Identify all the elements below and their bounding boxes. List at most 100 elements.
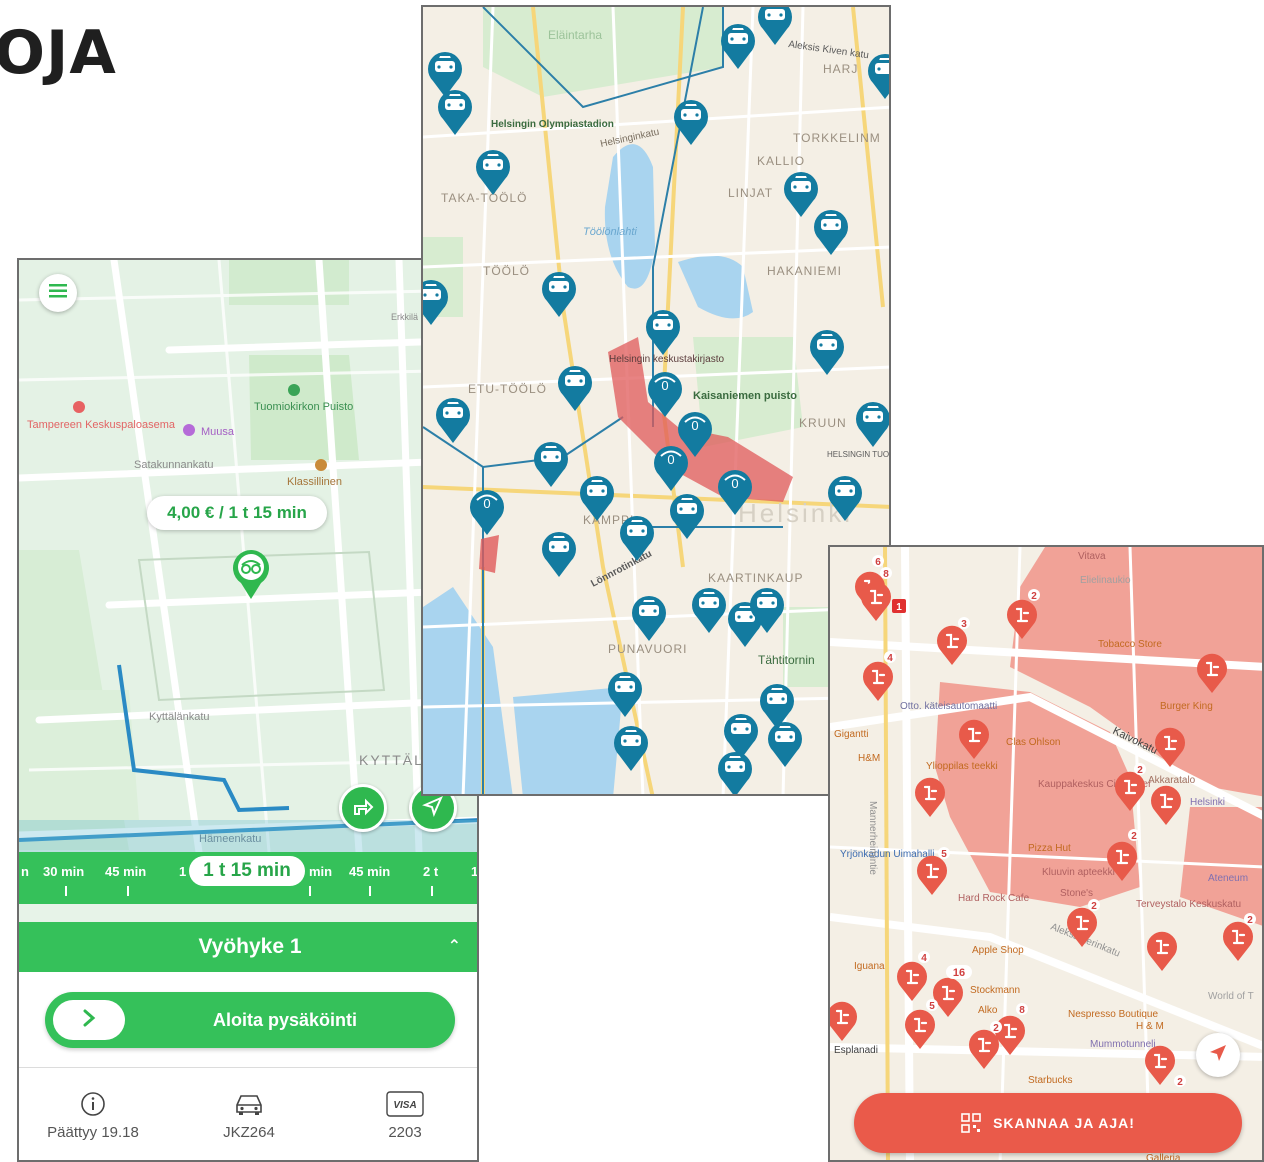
map-label-harj: HARJ xyxy=(823,62,858,76)
map-label-stone: Stone's xyxy=(1060,888,1093,899)
scooter-count: 5 xyxy=(941,849,947,860)
map-label-elaintarha: Eläintarha xyxy=(548,28,602,42)
map-label-terveystalo: Terveystalo Keskuskatu xyxy=(1136,899,1241,910)
map-label-kyttala: KYTTÄL xyxy=(359,752,424,768)
scan-and-ride-label: SKANNAA JA AJA! xyxy=(993,1115,1135,1131)
map-label-clas-ohlson: Clas Ohlson xyxy=(1006,737,1060,748)
price-bubble: 4,00 € / 1 t 15 min xyxy=(147,496,327,530)
zone-header[interactable]: Vyöhyke 1 ⌃ xyxy=(19,922,477,972)
map-label-torkkelin: TORKKELINM xyxy=(793,131,881,145)
vehicle-info[interactable]: JKZ264 xyxy=(179,1090,319,1141)
zone-count: 0 xyxy=(731,476,738,491)
start-parking-button[interactable]: Aloita pysäköinti xyxy=(45,992,455,1048)
map-label-muusa: Muusa xyxy=(201,426,235,438)
map-label-satakunnankatu: Satakunnankatu xyxy=(134,459,214,471)
map-label-mummotunneli: Mummotunneli xyxy=(1090,1039,1156,1050)
scooter-count: 2 xyxy=(1031,591,1037,602)
slider-knob[interactable] xyxy=(53,1000,125,1040)
map-label-hakaniemi: HAKANIEMI xyxy=(767,264,842,278)
map-label-tuomiokirkko: HELSINGIN TUOMIOKIRKKO xyxy=(827,450,891,459)
map-label-apple: Apple Shop xyxy=(972,945,1024,956)
selected-duration[interactable]: 1 t 15 min xyxy=(189,856,305,886)
qr-code-icon xyxy=(961,1113,981,1133)
parking-app-screenshot: Tampereen Keskuspaloasema Muusa Tuomioki… xyxy=(17,258,479,1162)
map-label-kallio: KALLIO xyxy=(757,154,805,168)
timeline-label: 2 t xyxy=(423,864,439,879)
timeline-label: 30 min xyxy=(43,864,85,879)
map-label-esplanadi: Esplanadi xyxy=(834,1045,878,1056)
map-label-nespresso: Nespresso Boutique xyxy=(1068,1009,1158,1020)
chevron-up-icon: ⌃ xyxy=(447,938,461,955)
map-label-pizza-hut: Pizza Hut xyxy=(1028,843,1071,854)
timeline-label: 45 min xyxy=(349,864,391,879)
menu-icon xyxy=(49,283,67,303)
scan-and-ride-button[interactable]: SKANNAA JA AJA! xyxy=(854,1093,1242,1153)
card-number-text: 2203 xyxy=(388,1124,422,1141)
timeline-label: n xyxy=(21,864,29,879)
car-sharing-screenshot: Eläintarha Helsingin Olympiastadion TAKA… xyxy=(421,5,891,796)
zone-count: 0 xyxy=(691,418,698,433)
map-label-hm2: H&M xyxy=(858,753,880,764)
map-label-erkkila: Erkkilä xyxy=(391,312,418,322)
scooter-count: 2 xyxy=(1091,901,1097,912)
map-label-yrjonkadun: Yrjönkadun Uimahalli xyxy=(840,849,935,860)
directions-button[interactable] xyxy=(339,784,387,832)
map-label-mannerheimintie: Mannerheimintie xyxy=(867,801,878,875)
menu-button[interactable] xyxy=(39,274,77,312)
chevron-right-icon xyxy=(82,1008,96,1033)
map-label-tampere-fire: Tampereen Keskuspaloasema xyxy=(27,419,176,431)
scooter-count: 4 xyxy=(921,953,927,964)
map-label-ylioppilas: Ylioppilas teekki xyxy=(926,761,998,772)
map-label-hm: H & M xyxy=(1136,1021,1164,1032)
map-label-tahtitorni: Tähtitornin xyxy=(758,653,815,667)
map-label-gigantti: Gigantti xyxy=(834,729,868,740)
timeline-label: 1 xyxy=(179,864,187,879)
map-label-galleria: Galleria xyxy=(1146,1153,1181,1162)
map-label-linjat: LINJAT xyxy=(728,186,773,200)
scooter-count: 2 xyxy=(1131,831,1137,842)
map-label-helsinki: Helsinki xyxy=(1190,797,1225,808)
map-label-klassillinen: Klassillinen xyxy=(287,476,342,488)
scooter-map[interactable]: Vitava Elielinaukio Tobacco Store Burger… xyxy=(830,547,1264,1162)
map-label-hard-rock: Hard Rock Cafe xyxy=(958,893,1030,904)
map-label-kaartinkau: KAARTINKAUP xyxy=(708,571,803,585)
map-label-kluuvin: Kluuvin apteekki xyxy=(1042,867,1115,878)
zone-title: Vyöhyke 1 xyxy=(198,935,302,958)
navigation-arrow-icon xyxy=(422,795,444,822)
parking-pin-icon xyxy=(233,550,269,599)
scooter-app-screenshot: Vitava Elielinaukio Tobacco Store Burger… xyxy=(828,545,1264,1162)
map-label-world-of: World of T xyxy=(1208,991,1254,1002)
map-label-kaisaniemi: Kaisaniemen puisto xyxy=(693,390,797,402)
map-label-toolonlahti: Töölönlahti xyxy=(583,226,637,238)
scooter-count: 3 xyxy=(961,619,967,630)
visa-card-icon: VISA xyxy=(335,1090,475,1118)
map-label-kyttalankatu: Kyttälänkatu xyxy=(149,711,210,723)
map-label-library: Helsingin keskustakirjasto xyxy=(609,354,724,365)
map-label-vitava: Vitava xyxy=(1078,551,1106,562)
map-label-tuomiokirkon: Tuomiokirkon Puisto xyxy=(254,401,353,413)
map-label-tobacco: Tobacco Store xyxy=(1098,639,1162,650)
car-map[interactable]: Eläintarha Helsingin Olympiastadion TAKA… xyxy=(423,7,891,796)
car-icon xyxy=(179,1090,319,1118)
map-label-iguana: Iguana xyxy=(854,961,885,972)
scooter-count: 2 xyxy=(1247,915,1253,926)
scooter-count: 2 xyxy=(1137,765,1143,776)
info-icon xyxy=(23,1090,163,1118)
map-label-hameenkatu: Hämeenkatu xyxy=(199,833,261,845)
scooter-count: 4 xyxy=(887,653,893,664)
scooter-count: 16 xyxy=(953,967,965,979)
map-label-otto: Otto. käteisautomaatti xyxy=(900,701,997,712)
zone-count: 0 xyxy=(661,378,668,393)
plate-text: JKZ264 xyxy=(223,1124,275,1141)
end-time-info: Päättyy 19.18 xyxy=(23,1090,163,1141)
map-marker-number: 1 xyxy=(896,602,902,613)
scooter-count: 5 xyxy=(929,1001,935,1012)
locate-me-button[interactable] xyxy=(1196,1033,1240,1077)
divider xyxy=(19,1067,477,1068)
payment-info[interactable]: VISA 2203 xyxy=(335,1090,475,1141)
map-label-alko: Alko xyxy=(978,1005,998,1016)
scooter-count: 6 xyxy=(875,557,881,568)
parking-location-pin[interactable] xyxy=(227,545,275,601)
scooter-count: 2 xyxy=(993,1023,999,1034)
duration-timeline[interactable]: n 30 min 45 min 1 min 45 min 2 t 1 1 t 1… xyxy=(19,852,477,904)
